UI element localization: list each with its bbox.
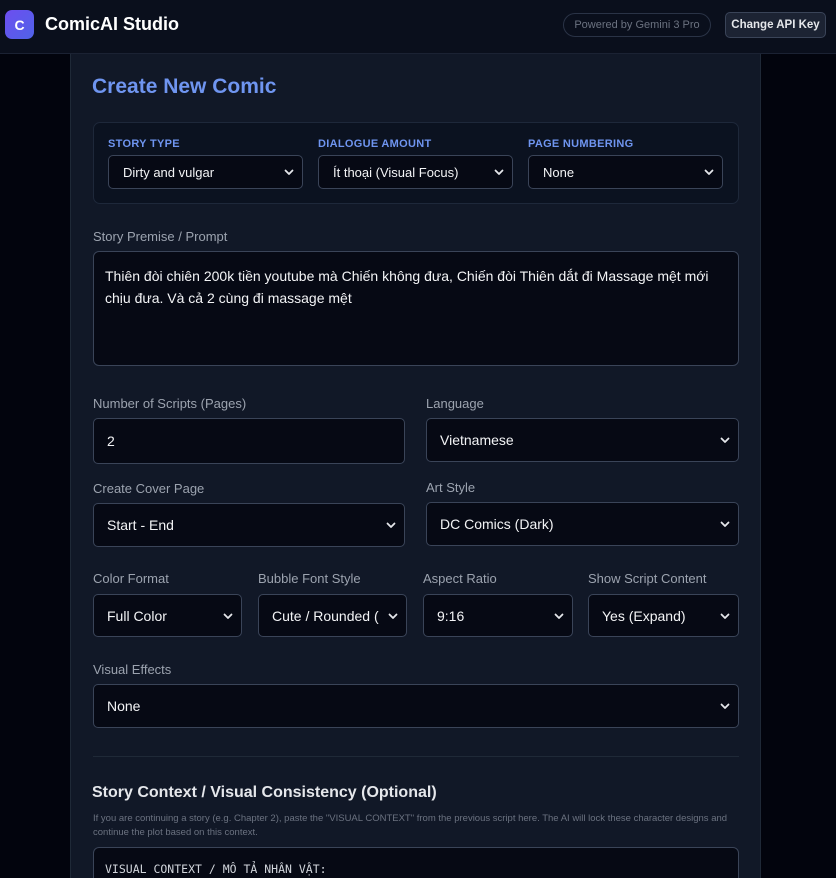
num-scripts-value: 2 <box>107 433 115 449</box>
art-style-value: DC Comics (Dark) <box>440 516 554 532</box>
dialogue-amount-label: DIALOGUE AMOUNT <box>318 138 432 150</box>
show-script-label: Show Script Content <box>588 571 707 586</box>
page-numbering-select[interactable]: None <box>528 155 723 189</box>
show-script-select[interactable]: Yes (Expand) <box>588 594 739 637</box>
aspect-ratio-label: Aspect Ratio <box>423 571 497 586</box>
powered-by-badge: Powered by Gemini 3 Pro <box>563 13 711 37</box>
change-api-key-button[interactable]: Change API Key <box>725 12 826 38</box>
premise-label: Story Premise / Prompt <box>93 229 228 244</box>
section-divider <box>93 756 739 757</box>
aspect-ratio-select[interactable]: 9:16 <box>423 594 573 637</box>
visual-effects-label: Visual Effects <box>93 662 172 677</box>
chevron-down-icon <box>223 613 233 619</box>
app-logo: C <box>5 10 34 39</box>
color-format-select[interactable]: Full Color <box>93 594 242 637</box>
story-context-title: Story Context / Visual Consistency (Opti… <box>92 784 437 801</box>
art-style-label: Art Style <box>426 480 476 495</box>
cover-page-label: Create Cover Page <box>93 481 205 496</box>
top-bar: C ComicAI Studio Powered by Gemini 3 Pro… <box>0 0 836 54</box>
dialogue-amount-select[interactable]: Ít thoại (Visual Focus) <box>318 155 513 189</box>
cover-page-select[interactable]: Start - End <box>93 503 405 547</box>
page-numbering-value: None <box>543 164 575 180</box>
chevron-down-icon <box>704 169 714 175</box>
bubble-font-select[interactable]: Cute / Rounded ( <box>258 594 407 637</box>
logo-letter: C <box>14 16 25 33</box>
chevron-down-icon <box>284 169 294 175</box>
bubble-font-label: Bubble Font Style <box>258 571 361 586</box>
dialogue-amount-value: Ít thoại (Visual Focus) <box>333 164 459 180</box>
app-title: ComicAI Studio <box>45 14 179 34</box>
chevron-down-icon <box>388 613 398 619</box>
page-title: Create New Comic <box>92 75 277 98</box>
chevron-down-icon <box>494 169 504 175</box>
color-format-value: Full Color <box>107 607 167 624</box>
chevron-down-icon <box>720 437 730 443</box>
story-type-label: STORY TYPE <box>108 138 180 150</box>
show-script-value: Yes (Expand) <box>602 607 686 624</box>
aspect-ratio-value: 9:16 <box>437 607 465 624</box>
num-scripts-label: Number of Scripts (Pages) <box>93 396 247 411</box>
color-format-label: Color Format <box>93 571 169 586</box>
story-type-select[interactable]: Dirty and vulgar <box>108 155 303 189</box>
num-scripts-input[interactable]: 2 <box>93 418 405 464</box>
chevron-down-icon <box>554 613 564 619</box>
story-context-textarea[interactable]: VISUAL CONTEXT / MÔ TẢ NHÂN VẬT: <box>93 847 739 878</box>
visual-effects-value: None <box>107 698 141 714</box>
cover-page-value: Start - End <box>107 517 174 533</box>
premise-textarea[interactable]: Thiên đòi chiên 200k tiền youtube mà Chi… <box>93 251 739 366</box>
chevron-down-icon <box>720 521 730 527</box>
chevron-down-icon <box>720 703 730 709</box>
chevron-down-icon <box>386 522 396 528</box>
chevron-down-icon <box>720 613 730 619</box>
story-type-value: Dirty and vulgar <box>123 164 215 180</box>
bubble-font-value: Cute / Rounded ( <box>272 607 379 624</box>
language-select[interactable]: Vietnamese <box>426 418 739 462</box>
story-context-help: If you are continuing a story (e.g. Chap… <box>93 813 728 838</box>
language-label: Language <box>426 396 484 411</box>
visual-effects-select[interactable]: None <box>93 684 739 728</box>
art-style-select[interactable]: DC Comics (Dark) <box>426 502 739 546</box>
language-value: Vietnamese <box>440 432 514 448</box>
page-numbering-label: PAGE NUMBERING <box>528 138 634 150</box>
